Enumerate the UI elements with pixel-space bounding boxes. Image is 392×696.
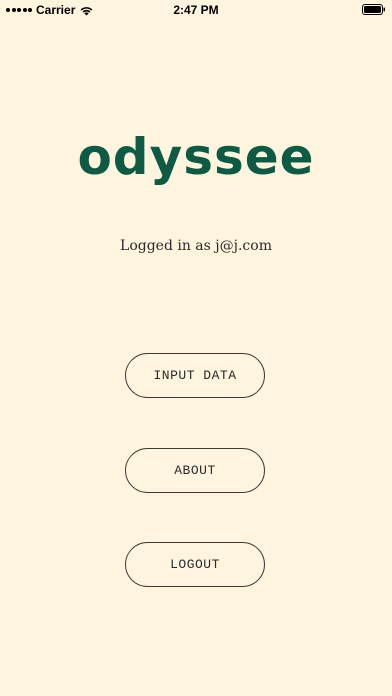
input-data-button[interactable]: INPUT DATA — [125, 353, 265, 398]
battery-icon — [362, 4, 385, 15]
status-time: 2:47 PM — [173, 3, 219, 17]
logout-button[interactable]: LOGOUT — [125, 542, 265, 587]
about-button[interactable]: ABOUT — [125, 448, 265, 493]
status-bar: Carrier 2:47 PM — [0, 0, 392, 20]
logged-in-text: Logged in as j@j.com — [120, 238, 272, 254]
app-logo: odyssee — [77, 128, 315, 186]
